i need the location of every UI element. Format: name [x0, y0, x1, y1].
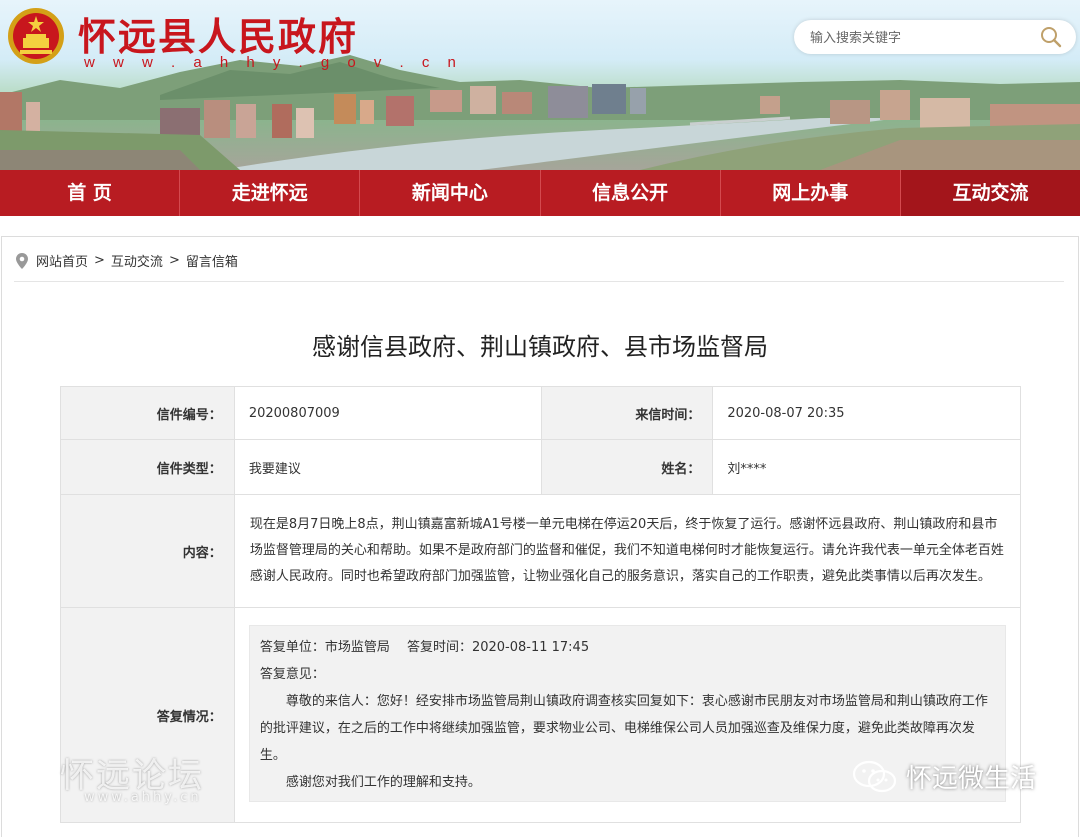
search-box [794, 20, 1076, 54]
search-input[interactable] [808, 27, 1032, 49]
letter-time-value: 2020-08-07 20:35 [712, 386, 1021, 440]
nav-item-about[interactable]: 走进怀远 [180, 170, 361, 216]
reply-paragraph: 尊敬的来信人：您好！经安排市场监管局荆山镇政府调查核实回复如下：衷心感谢市民朋友… [259, 694, 988, 763]
content-label: 内容： [60, 494, 235, 608]
wechat-watermark: 怀远微生活 [852, 758, 1036, 795]
reply-unit-line: 答复单位：市场监管局 答复时间：2020-08-11 17:45 [259, 640, 590, 655]
national-emblem-icon [8, 8, 64, 64]
breadcrumb-home[interactable]: 网站首页 [36, 251, 88, 270]
site-url: w w w . a h h y . g o v . c n [84, 54, 463, 71]
letter-id-value: 20200807009 [233, 386, 542, 440]
nav-item-home[interactable]: 首 页 [0, 170, 181, 216]
breadcrumb: 网站首页 > 互动交流 > 留言信箱 [16, 251, 238, 270]
letter-type-label: 信件类型： [60, 439, 235, 495]
sender-name-label: 姓名： [540, 439, 714, 495]
letter-type-value: 我要建议 [233, 439, 542, 495]
divider [14, 281, 1064, 282]
breadcrumb-separator: > [94, 253, 105, 268]
breadcrumb-interaction[interactable]: 互动交流 [111, 251, 163, 270]
nav-item-info[interactable]: 信息公开 [541, 170, 721, 216]
search-icon[interactable] [1040, 26, 1062, 48]
content-cell: 现在是8月7日晚上8点，荆山镇嘉富新城A1号楼一单元电梯在停运20天后，终于恢复… [233, 494, 1022, 608]
letter-time-label: 来信时间： [540, 386, 714, 440]
breadcrumb-separator: > [168, 253, 180, 268]
header-banner: 怀远县人民政府 w w w . a h h y . g o v . c n [0, 0, 1080, 170]
forum-watermark-url: www.ahhy.cn [84, 790, 202, 805]
letter-content-text: 现在是8月7日晚上8点，荆山镇嘉富新城A1号楼一单元电梯在停运20天后，终于恢复… [249, 517, 1004, 584]
breadcrumb-mailbox[interactable]: 留言信箱 [186, 251, 238, 270]
nav-item-interaction[interactable]: 互动交流 [900, 170, 1080, 216]
reply-opinion-label: 答复意见： [259, 667, 325, 682]
location-pin-icon [16, 252, 28, 269]
wechat-account-name: 怀远微生活 [906, 764, 1037, 794]
sender-name-value: 刘**** [712, 439, 1021, 495]
page-title: 感谢信县政府、荆山镇政府、县市场监督局 [312, 333, 768, 361]
main-nav: 首 页 走进怀远 新闻中心 信息公开 网上办事 互动交流 [0, 170, 1080, 216]
nav-item-news[interactable]: 新闻中心 [360, 170, 541, 216]
wechat-icon [852, 760, 897, 792]
nav-item-services[interactable]: 网上办事 [721, 170, 901, 216]
letter-id-label: 信件编号： [60, 386, 235, 440]
site-title[interactable]: 怀远县人民政府 [78, 6, 358, 61]
content-panel: 网站首页 > 互动交流 > 留言信箱 感谢信县政府、荆山镇政府、县市场监督局 信… [1, 236, 1079, 837]
